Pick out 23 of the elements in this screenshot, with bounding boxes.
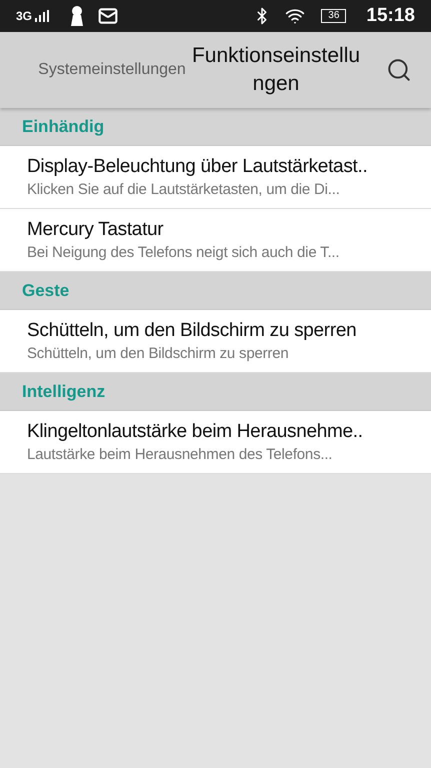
settings-item[interactable]: Mercury Tastatur Bei Neigung des Telefons neigt sich auch die T... [0,209,431,272]
settings-item[interactable]: Display-Beleuchtung über Lautstärketast.. Klicken Sie auf die Lautstärketasten, um die Di... [0,146,431,209]
item-title: Schütteln, um den Bildschirm zu sperren [27,319,358,343]
item-title: Display-Beleuchtung über Lautstärketast.. [27,155,368,179]
tab[interactable]: Systemeinstellungen [38,59,186,81]
keyhole-icon [70,6,84,26]
battery-indicator: 36 [321,9,346,23]
item-subtitle: Schütteln, um den Bildschirm zu sperren [27,344,290,364]
section-header: Intelligenz [0,373,431,411]
item-subtitle: Lautstärke beim Herausnehmen des Telefons... [27,445,334,465]
settings-item[interactable]: Schütteln, um den Bildschirm zu sperren Schütteln, um den Bildschirm zu sperren [0,310,431,373]
mail-icon [98,6,118,26]
section-header: Geste [0,272,431,310]
item-title: Mercury Tastatur [27,218,164,242]
item-title: Klingeltonlautstärke beim Herausnehme.. [27,420,364,444]
search-icon[interactable] [386,57,412,83]
network-type: 3G [16,8,32,25]
item-subtitle: Klicken Sie auf die Lautstärketasten, um die Di... [27,180,341,200]
section-header: Einhändig [0,108,431,146]
clock: 15:18 [366,4,415,28]
item-subtitle: Bei Neigung des Telefons neigt sich auch die T... [27,243,340,263]
settings-item[interactable]: Klingeltonlautstärke beim Herausnehme.. Lautstärke beim Herausnehmen des Telefons... [0,411,431,474]
tab[interactable]: Funktionseinstellungen [190,42,362,98]
